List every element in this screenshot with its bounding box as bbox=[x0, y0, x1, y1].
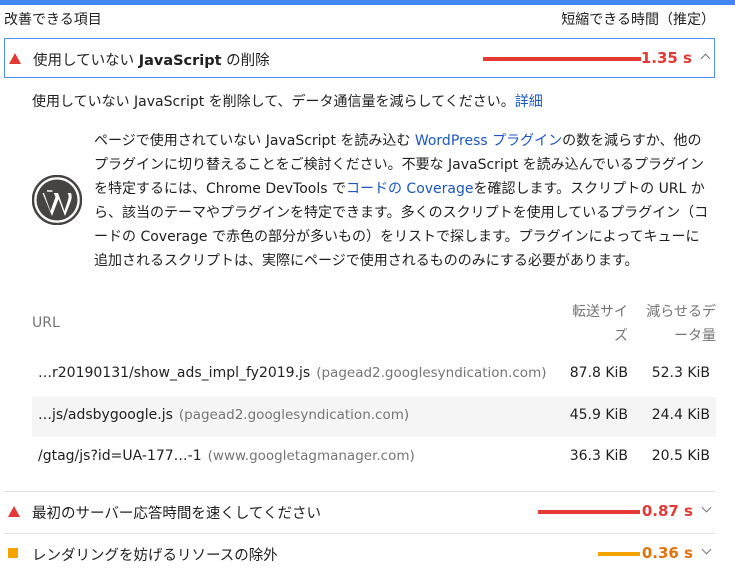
script-url: …r20190131/show_ads_impl_fy2019.js bbox=[38, 365, 311, 381]
chevron-up-icon[interactable] bbox=[700, 53, 711, 64]
script-host: (pagead2.googlesyndication.com) bbox=[178, 407, 410, 423]
column-header-transfer-size: 転送サイズ bbox=[572, 304, 628, 344]
opportunity-header: 改善できる項目 bbox=[4, 12, 102, 28]
learn-more-link[interactable]: 詳細 bbox=[515, 94, 543, 110]
code-coverage-link[interactable]: コードの Coverage bbox=[346, 181, 474, 197]
potential-savings: 20.5 KiB bbox=[651, 448, 710, 464]
savings-value: 0.87 s bbox=[641, 502, 693, 520]
potential-savings: 24.4 KiB bbox=[651, 407, 710, 423]
audit-title: レンダリングを妨げるリソースの除外 bbox=[32, 548, 278, 564]
fail-triangle-icon bbox=[9, 53, 21, 64]
table-row: …js/adsbygoogle.js (pagead2.googlesyndica… bbox=[32, 397, 716, 437]
chevron-down-icon[interactable] bbox=[701, 544, 712, 555]
wordpress-logo-icon bbox=[32, 175, 82, 225]
script-host: (www.googletagmanager.com) bbox=[207, 448, 415, 464]
column-header-url: URL bbox=[32, 315, 60, 331]
transfer-size: 36.3 KiB bbox=[569, 448, 628, 464]
audit-render-blocking-resources[interactable]: レンダリングを妨げるリソースの除外 0.36 s bbox=[4, 533, 715, 573]
script-url: …js/adsbygoogle.js bbox=[38, 407, 173, 423]
script-url: /gtag/js?id=UA-177…-1 bbox=[38, 448, 202, 464]
table-row: /gtag/js?id=UA-177…-1 (www.googletagmanag… bbox=[32, 438, 716, 478]
audit-server-response-time[interactable]: 最初のサーバー応答時間を速くしてください 0.87 s bbox=[4, 491, 715, 531]
top-accent-bar bbox=[0, 0, 735, 5]
script-host: (pagead2.googlesyndication.com) bbox=[316, 365, 547, 381]
chevron-down-icon[interactable] bbox=[701, 502, 712, 513]
average-square-icon bbox=[8, 548, 18, 558]
audit-description: 使用していない JavaScript を削除して、データ通信量を減らしてください… bbox=[32, 94, 543, 110]
audit-title: 最初のサーバー応答時間を速くしてください bbox=[32, 506, 321, 522]
table-row: …r20190131/show_ads_impl_fy2019.js (pagea… bbox=[32, 355, 716, 395]
audit-unused-javascript[interactable]: 使用していない JavaScript の削除 1.35 s bbox=[4, 38, 715, 78]
fail-triangle-icon bbox=[8, 506, 20, 517]
column-header-potential-savings: 減らせるデ ータ量 bbox=[646, 304, 716, 344]
audit-title: 使用していない JavaScript の削除 bbox=[33, 53, 270, 69]
savings-bar bbox=[598, 552, 640, 556]
savings-header: 短縮できる時間（推定） bbox=[561, 12, 715, 28]
savings-bar bbox=[538, 510, 640, 514]
transfer-size: 87.8 KiB bbox=[569, 365, 628, 381]
wordpress-plugins-link[interactable]: WordPress プラグイン bbox=[415, 133, 562, 149]
potential-savings: 52.3 KiB bbox=[651, 365, 710, 381]
savings-value: 0.36 s bbox=[641, 544, 693, 562]
savings-bar bbox=[483, 57, 641, 61]
wordpress-tip-text: ページで使用されていない JavaScript を読み込む WordPress … bbox=[94, 133, 709, 269]
savings-value: 1.35 s bbox=[640, 49, 692, 67]
transfer-size: 45.9 KiB bbox=[569, 407, 628, 423]
